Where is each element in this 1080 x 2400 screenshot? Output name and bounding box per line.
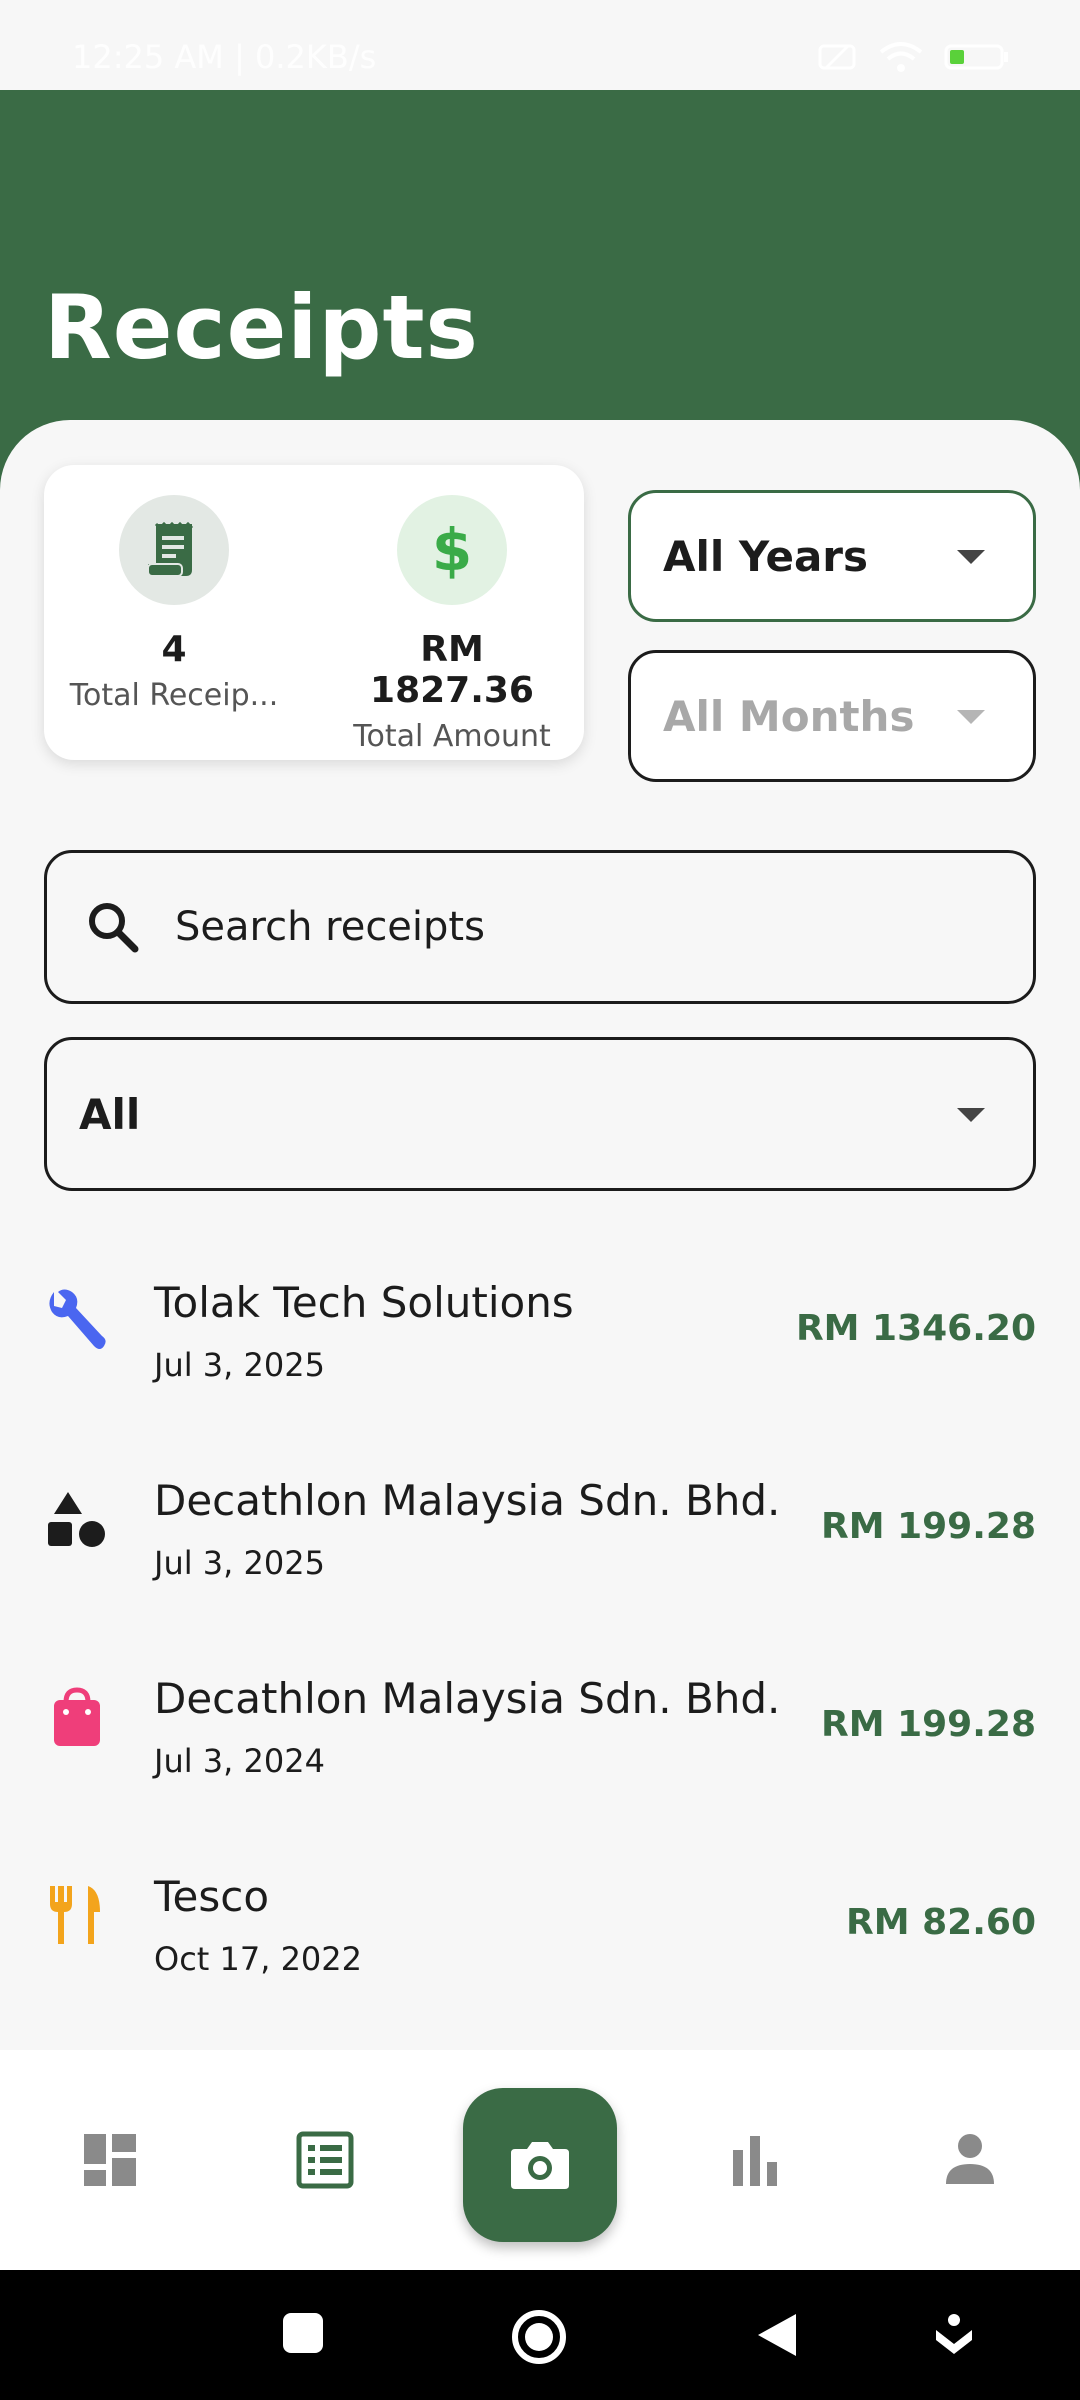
total-amount-value: RM 1827.36 xyxy=(370,629,534,711)
total-receipts-value: 4 xyxy=(161,629,187,670)
total-amount-stat: $ RM 1827.36 Total Amount xyxy=(342,495,562,754)
total-receipts-stat: 4 Total Receip... xyxy=(64,495,284,713)
system-navigation-bar xyxy=(0,2270,1080,2400)
search-icon xyxy=(89,903,139,953)
shapes-icon xyxy=(48,1492,105,1547)
bar-chart-icon[interactable] xyxy=(725,2130,785,2190)
receipt-amount: RM 199.28 xyxy=(821,1704,1036,1745)
wrench-icon xyxy=(49,1289,106,1349)
month-filter-dropdown[interactable]: All Months xyxy=(628,650,1036,782)
receipt-amount: RM 82.60 xyxy=(846,1902,1036,1943)
receipts-list-icon[interactable] xyxy=(295,2130,355,2190)
receipt-icon xyxy=(119,495,229,605)
receipt-date: Jul 3, 2025 xyxy=(154,1346,325,1384)
list-item[interactable]: Tesco Oct 17, 2022 RM 82.60 xyxy=(0,1834,1080,2032)
restaurant-icon xyxy=(50,1886,100,1944)
receipt-date: Jul 3, 2024 xyxy=(154,1742,325,1780)
category-filter-dropdown[interactable]: All xyxy=(44,1037,1036,1191)
receipt-date: Jul 3, 2025 xyxy=(154,1544,325,1582)
chevron-down-icon xyxy=(957,550,985,564)
wifi-icon xyxy=(879,42,923,72)
dashboard-icon[interactable] xyxy=(80,2130,140,2190)
status-time: 12:25 AM | 0.2KB/s xyxy=(72,38,377,76)
total-amount-label: Total Amount xyxy=(353,719,551,754)
year-filter-value: All Years xyxy=(663,531,869,581)
search-box[interactable] xyxy=(44,850,1036,1004)
search-input[interactable] xyxy=(175,904,935,950)
battery-icon xyxy=(944,44,1008,70)
category-filter-value: All xyxy=(79,1089,141,1139)
receipt-date: Oct 17, 2022 xyxy=(154,1940,362,1978)
status-bar: 12:25 AM | 0.2KB/s xyxy=(0,0,1080,90)
dollar-icon: $ xyxy=(397,495,507,605)
recent-apps-icon[interactable] xyxy=(280,2310,326,2356)
month-filter-value: All Months xyxy=(663,691,915,741)
chevron-down-icon xyxy=(957,710,985,724)
receipt-amount: RM 199.28 xyxy=(821,1506,1036,1547)
list-item[interactable]: Decathlon Malaysia Sdn. Bhd. Jul 3, 2025… xyxy=(0,1438,1080,1636)
receipt-merchant: Tesco xyxy=(154,1872,270,1921)
summary-card: 4 Total Receip... $ RM 1827.36 Total Amo… xyxy=(44,465,584,760)
back-icon[interactable] xyxy=(754,2310,800,2360)
total-receipts-label: Total Receip... xyxy=(69,678,279,713)
receipt-list: Tolak Tech Solutions Jul 3, 2025 RM 1346… xyxy=(0,1240,1080,2032)
receipt-merchant: Decathlon Malaysia Sdn. Bhd. xyxy=(154,1674,781,1723)
camera-icon xyxy=(511,2142,569,2189)
status-icons xyxy=(818,40,1010,74)
year-filter-dropdown[interactable]: All Years xyxy=(628,490,1036,622)
receipt-merchant: Decathlon Malaysia Sdn. Bhd. xyxy=(154,1476,781,1525)
no-sim-icon xyxy=(818,44,856,70)
assistant-icon[interactable] xyxy=(934,2310,974,2360)
shopping-bag-icon xyxy=(54,1687,100,1746)
list-item[interactable]: Decathlon Malaysia Sdn. Bhd. Jul 3, 2024… xyxy=(0,1636,1080,1834)
home-icon[interactable] xyxy=(510,2310,568,2368)
bottom-navigation xyxy=(0,2050,1080,2270)
receipt-amount: RM 1346.20 xyxy=(795,1308,1036,1349)
scan-receipt-button[interactable] xyxy=(463,2088,617,2242)
list-item[interactable]: Tolak Tech Solutions Jul 3, 2025 RM 1346… xyxy=(0,1240,1080,1438)
receipt-merchant: Tolak Tech Solutions xyxy=(154,1278,574,1327)
page-title: Receipts xyxy=(44,276,479,379)
profile-icon[interactable] xyxy=(940,2130,1000,2190)
chevron-down-icon xyxy=(957,1108,985,1122)
